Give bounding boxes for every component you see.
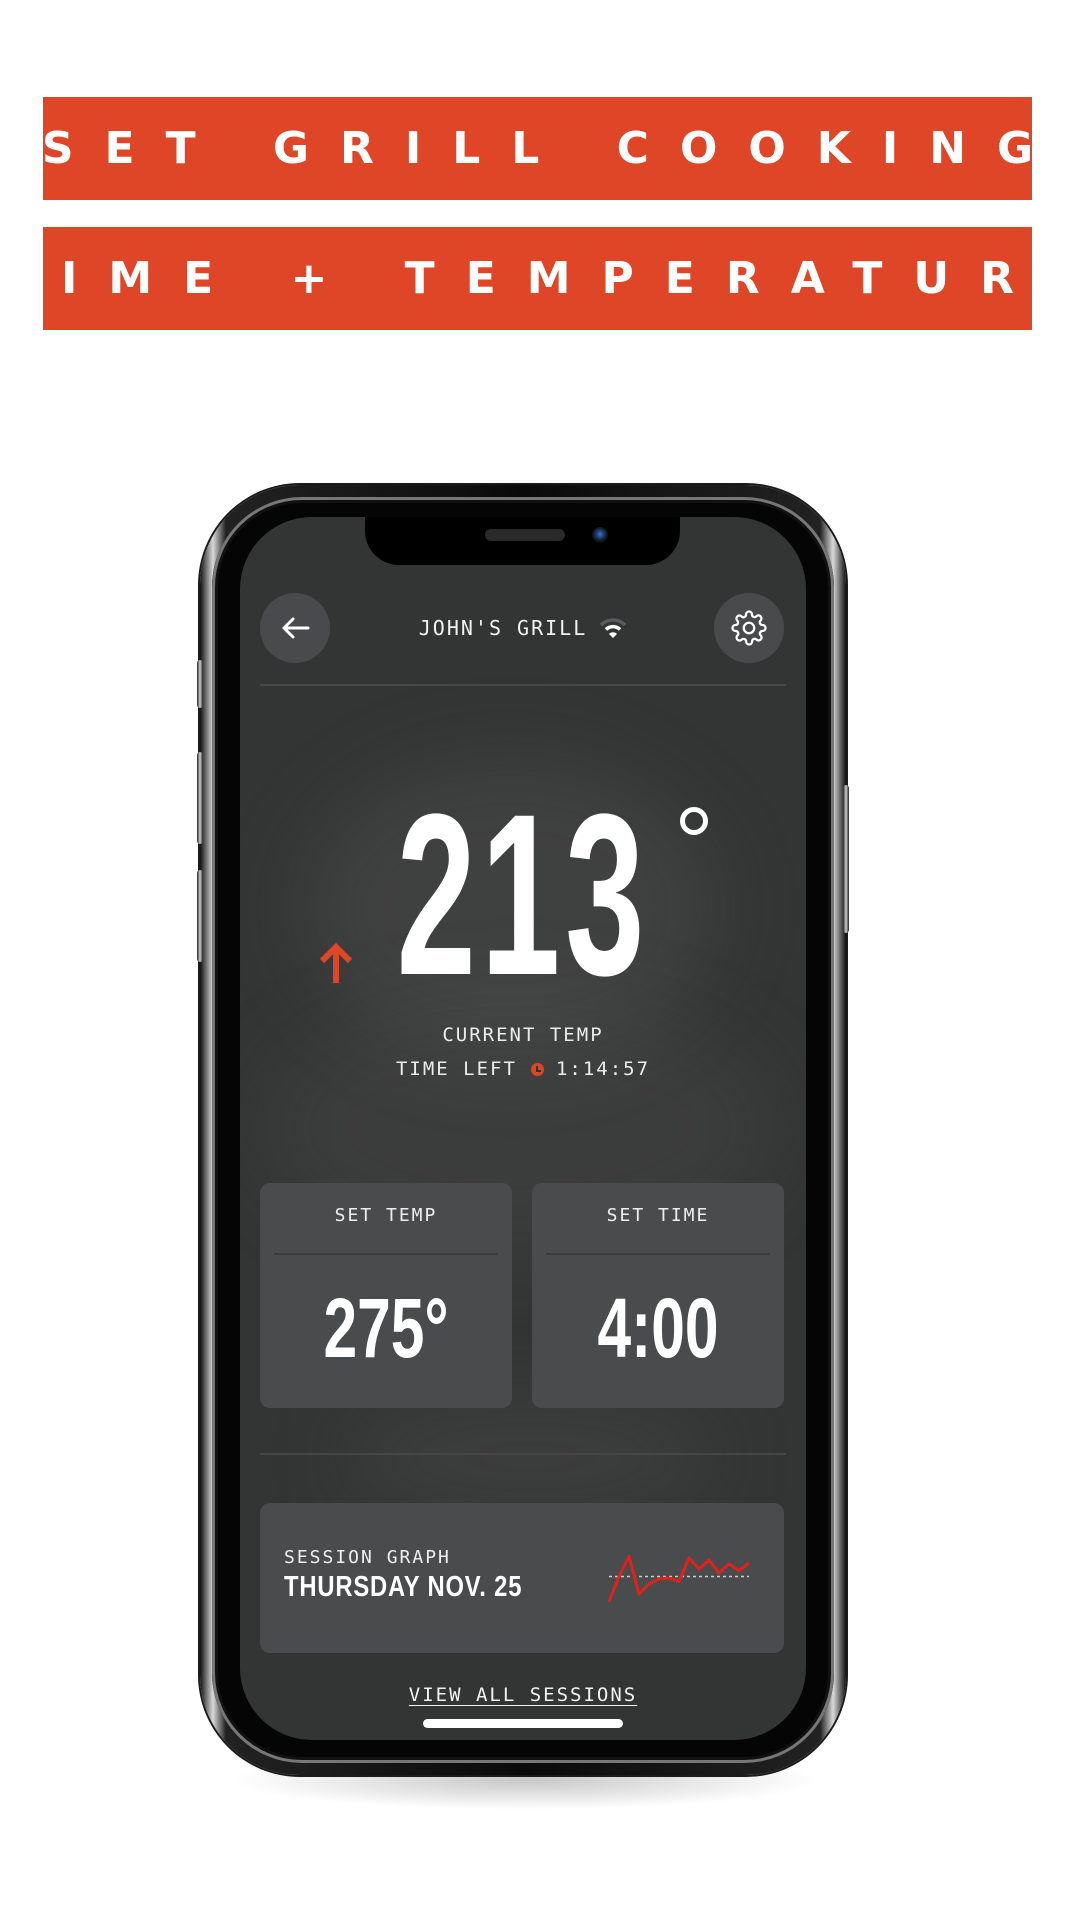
mute-switch bbox=[197, 660, 203, 708]
degree-symbol bbox=[680, 807, 708, 835]
front-camera bbox=[592, 527, 608, 543]
gear-icon bbox=[731, 610, 767, 646]
header-divider bbox=[260, 684, 786, 686]
clock-icon bbox=[530, 1062, 544, 1076]
headline-text-line-2: TIME + TEMPERATURE bbox=[0, 253, 1080, 304]
home-indicator[interactable] bbox=[423, 1719, 623, 1728]
volume-up-button bbox=[197, 752, 203, 844]
card-divider bbox=[274, 1253, 498, 1255]
headline-banner-line-2: TIME + TEMPERATURE bbox=[0, 227, 1075, 330]
volume-down-button bbox=[197, 870, 203, 962]
speaker-grille bbox=[485, 529, 565, 541]
view-all-row: VIEW ALL SESSIONS bbox=[240, 1684, 806, 1706]
session-sparkline bbox=[607, 1555, 750, 1603]
card-divider bbox=[546, 1253, 770, 1255]
headline-text-line-1: SET GRILL COOKING bbox=[41, 123, 1065, 174]
set-temp-value: 275° bbox=[323, 1281, 449, 1375]
headline-banner-line-1: SET GRILL COOKING bbox=[42, 97, 1033, 200]
time-left-label: TIME LEFT bbox=[395, 1058, 517, 1080]
settings-button[interactable] bbox=[714, 593, 784, 663]
session-graph-label: SESSION GRAPH bbox=[284, 1547, 451, 1568]
wifi-icon bbox=[599, 617, 627, 639]
current-temperature: 213 bbox=[396, 766, 650, 1023]
set-temp-card[interactable]: SET TEMP 275° bbox=[260, 1183, 512, 1408]
sparkline-series bbox=[607, 1555, 750, 1603]
notch bbox=[365, 517, 680, 565]
power-button bbox=[843, 785, 849, 933]
set-temp-label: SET TEMP bbox=[334, 1205, 438, 1226]
smoke-texture bbox=[340, 1397, 720, 1517]
app-screen: JOHN'S GRILL 213 CURRENT TEMP TIME LEFT … bbox=[240, 517, 806, 1740]
set-time-card[interactable]: SET TIME 4:00 bbox=[532, 1183, 784, 1408]
time-left-value: 1:14:57 bbox=[555, 1058, 651, 1080]
view-all-sessions-link[interactable]: VIEW ALL SESSIONS bbox=[409, 1684, 637, 1706]
session-graph-card[interactable]: SESSION GRAPH THURSDAY NOV. 25 bbox=[260, 1503, 784, 1653]
time-left-row: TIME LEFT 1:14:57 bbox=[240, 1058, 806, 1080]
grill-name: JOHN'S GRILL bbox=[418, 616, 588, 640]
set-time-value: 4:00 bbox=[597, 1281, 719, 1375]
current-temp-label: CURRENT TEMP bbox=[442, 1024, 604, 1046]
session-date: THURSDAY NOV. 25 bbox=[284, 1571, 523, 1603]
set-time-label: SET TIME bbox=[606, 1205, 710, 1226]
section-divider bbox=[260, 1453, 786, 1455]
